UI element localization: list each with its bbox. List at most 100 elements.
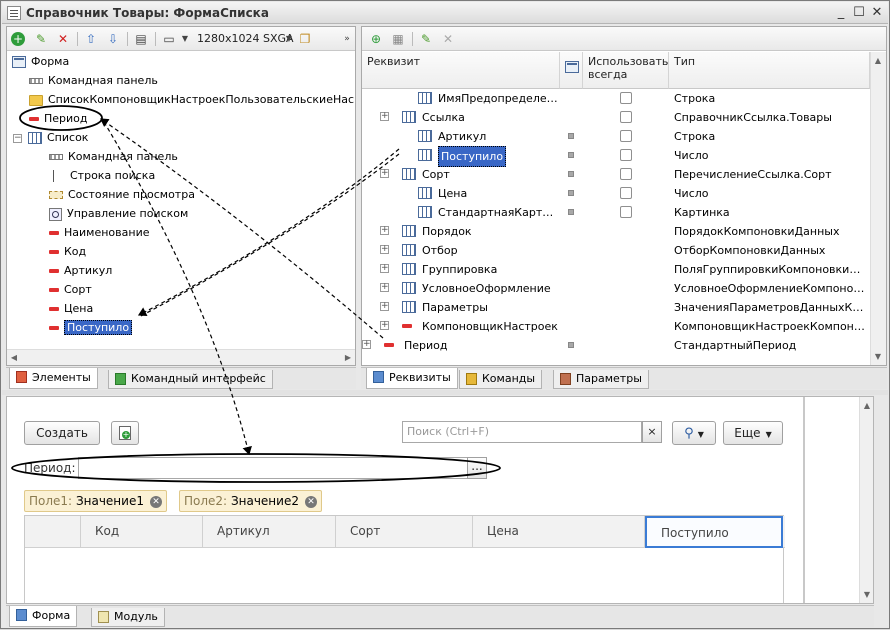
expand-icon[interactable]: + (380, 169, 389, 178)
expand-icon[interactable]: + (380, 226, 389, 235)
attribute-row[interactable]: ИмяПредопределенныхДанных Строка (362, 89, 870, 108)
filter-chip[interactable]: Поле2: Значение2 ✕ (179, 490, 322, 512)
column-header-view[interactable] (560, 52, 583, 89)
tab-parameters[interactable]: Параметры (553, 370, 649, 389)
attribute-row[interactable]: + Сорт ПеречислениеСсылка.Сорт (362, 165, 870, 184)
search-button[interactable]: ⚲ ▼ (672, 421, 716, 445)
tab-attributes[interactable]: Реквизиты (366, 368, 458, 389)
attribute-row[interactable]: + КомпоновщикНастроек КомпоновщикНастроекК… (362, 317, 870, 336)
use-always-checkbox[interactable] (620, 92, 632, 104)
collapse-icon[interactable]: − (13, 133, 22, 143)
scroll-up-icon[interactable]: ▲ (860, 401, 873, 410)
close-button[interactable]: ✕ (869, 5, 885, 21)
column-header-marker[interactable] (25, 516, 81, 548)
search-input[interactable]: Поиск (Ctrl+F) (402, 421, 642, 443)
attribute-row[interactable]: СтандартнаяКартинка Картинка (362, 203, 870, 222)
tree-item-command-panel[interactable]: Командная панель (29, 71, 158, 90)
tree-item-period[interactable]: Период (29, 109, 88, 128)
attribute-row[interactable]: + Период СтандартныйПериод (362, 336, 870, 355)
tree-item-search-control[interactable]: Управление поиском (49, 204, 188, 223)
expand-icon[interactable]: + (380, 112, 389, 121)
expand-icon[interactable]: + (362, 340, 371, 349)
tab-command-interface[interactable]: Командный интерфейс (108, 370, 273, 389)
tree-item-received[interactable]: Поступило (49, 318, 133, 337)
horizontal-scrollbar[interactable]: ◀ ▶ (7, 349, 355, 365)
column-header-use-always[interactable]: Использовать всегда (583, 52, 669, 89)
period-select-button[interactable]: ... (467, 457, 487, 479)
use-always-checkbox[interactable] (620, 130, 632, 142)
attribute-row[interactable]: Артикул Строка (362, 127, 870, 146)
minimize-button[interactable]: _ (833, 5, 849, 21)
tab-module[interactable]: Модуль (91, 608, 165, 627)
column-header-article[interactable]: Артикул (203, 516, 336, 548)
attribute-row[interactable]: + Группировка ПоляГруппировкиКомпоновкиДан… (362, 260, 870, 279)
overflow-chevron-icon[interactable]: » (339, 31, 355, 47)
tree-item-code[interactable]: Код (49, 242, 86, 261)
tree-item-view-state[interactable]: Состояние просмотра (49, 185, 195, 204)
expand-icon[interactable]: + (380, 283, 389, 292)
remove-filter-icon[interactable]: ✕ (149, 495, 162, 508)
tree-item-price[interactable]: Цена (49, 299, 93, 318)
add-icon[interactable]: + (11, 32, 25, 46)
tree-item-list-command-panel[interactable]: Командная панель (49, 147, 178, 166)
attribute-row[interactable]: + Параметры ЗначенияПараметровДанныхКомпон… (362, 298, 870, 317)
attribute-row[interactable]: Цена Число (362, 184, 870, 203)
expand-icon[interactable]: + (380, 264, 389, 273)
maximize-button[interactable]: ☐ (851, 5, 867, 21)
attribute-row[interactable]: + Отбор ОтборКомпоновкиДанных (362, 241, 870, 260)
tab-elements[interactable]: Элементы (9, 368, 98, 389)
column-header-sort[interactable]: Сорт (336, 516, 473, 548)
chevron-down-icon[interactable]: ▼ (281, 31, 297, 47)
period-field[interactable] (78, 457, 468, 479)
tree-item-settings-folder[interactable]: СписокКомпоновщикНастроекПользовательски… (29, 90, 354, 109)
splitter[interactable] (2, 390, 888, 395)
use-always-checkbox[interactable] (620, 111, 632, 123)
copy-icon[interactable]: ❐ (297, 31, 313, 47)
layout-icon[interactable]: ▭ (161, 31, 177, 47)
tree-item-search-line[interactable]: Строка поиска (49, 166, 155, 185)
tree-item-article[interactable]: Артикул (49, 261, 112, 280)
tab-form[interactable]: Форма (9, 606, 78, 627)
delete-icon[interactable]: ✕ (440, 31, 456, 47)
resolution-selector[interactable]: 1280x1024 SXGA (197, 32, 294, 45)
column-header-name[interactable]: Реквизит (362, 52, 560, 89)
add-nested-attribute-icon[interactable]: ▦ (390, 31, 406, 47)
expand-icon[interactable]: + (380, 321, 389, 330)
add-attribute-icon[interactable]: ⊕ (368, 31, 384, 47)
clear-search-button[interactable]: × (642, 421, 662, 443)
delete-icon[interactable]: ✕ (55, 31, 71, 47)
tree-item-list[interactable]: − Список (13, 128, 88, 147)
attribute-row[interactable]: + Порядок ПорядокКомпоновкиДанных (362, 222, 870, 241)
preview-scrollbar[interactable]: ▲ ▼ (859, 397, 873, 603)
tree-item-sort[interactable]: Сорт (49, 280, 92, 299)
more-button[interactable]: Еще ▼ (723, 421, 783, 445)
create-copy-button[interactable]: + (111, 421, 139, 445)
scroll-left-icon[interactable]: ◀ (7, 353, 21, 362)
expand-icon[interactable]: + (380, 302, 389, 311)
use-always-checkbox[interactable] (620, 187, 632, 199)
column-header-price[interactable]: Цена (473, 516, 645, 548)
expand-icon[interactable]: + (380, 245, 389, 254)
attribute-row[interactable]: Поступило Число (362, 146, 870, 167)
remove-filter-icon[interactable]: ✕ (304, 495, 317, 508)
scroll-up-icon[interactable]: ▲ (871, 56, 885, 65)
create-button[interactable]: Создать (24, 421, 100, 445)
column-header-type[interactable]: Тип (669, 52, 870, 89)
vertical-scrollbar[interactable]: ▲ ▼ (870, 52, 886, 365)
column-header-received[interactable]: Поступило (645, 516, 783, 548)
tab-commands[interactable]: Команды (459, 370, 543, 389)
form-item-icon[interactable]: ▤ (133, 31, 149, 47)
edit-icon[interactable]: ✎ (33, 31, 49, 47)
edit-icon[interactable]: ✎ (418, 31, 434, 47)
scroll-right-icon[interactable]: ▶ (341, 353, 355, 362)
attribute-row[interactable]: + Ссылка СправочникСсылка.Товары (362, 108, 870, 127)
attribute-row[interactable]: + УсловноеОформление УсловноеОформлениеКом… (362, 279, 870, 298)
use-always-checkbox[interactable] (620, 206, 632, 218)
move-up-icon[interactable]: ⇧ (83, 31, 99, 47)
scroll-down-icon[interactable]: ▼ (871, 352, 885, 361)
use-always-checkbox[interactable] (620, 149, 632, 161)
column-header-code[interactable]: Код (81, 516, 203, 548)
move-down-icon[interactable]: ⇩ (105, 31, 121, 47)
filter-chip[interactable]: Поле1: Значение1 ✕ (24, 490, 167, 512)
tree-item-form[interactable]: Форма (12, 52, 69, 71)
